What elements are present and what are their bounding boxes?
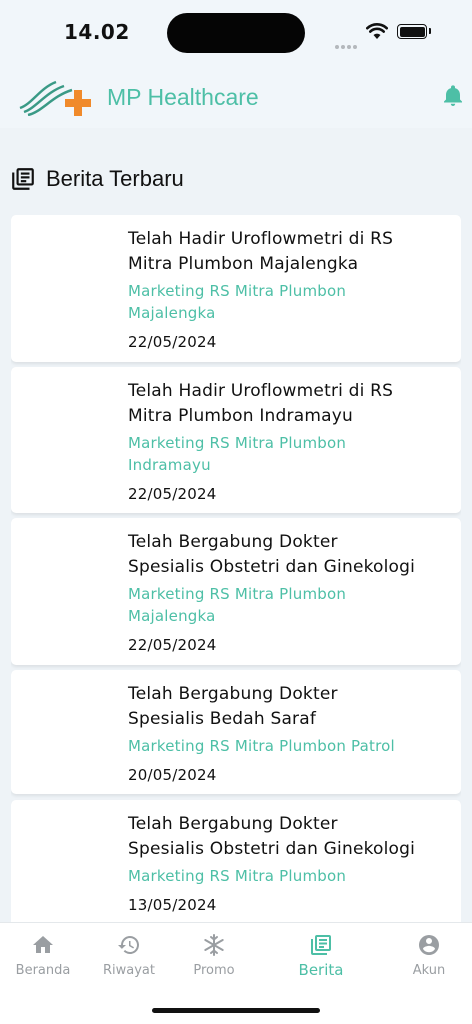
status-bar: 14.02 (0, 0, 472, 62)
news-list[interactable]: Telah Hadir Uroflowmetri di RS Mitra Plu… (11, 215, 461, 922)
news-title: Telah Bergabung Dokter Spesialis Bedah S… (128, 684, 338, 729)
bell-icon[interactable] (441, 84, 465, 108)
status-time: 14.02 (64, 20, 130, 44)
nav-item-akun[interactable]: Akun (389, 933, 469, 978)
news-card[interactable]: Telah Hadir Uroflowmetri di RS Mitra Plu… (11, 215, 461, 362)
account-icon (419, 935, 439, 955)
mp-healthcare-logo (19, 80, 91, 116)
news-thumbnail (19, 223, 117, 323)
news-title: Telah Hadir Uroflowmetri di RS Mitra Plu… (128, 229, 394, 274)
newspaper-icon (311, 935, 331, 955)
cellular-signal-icon (335, 34, 359, 53)
news-author: Marketing RS Mitra Plumbon (128, 867, 347, 885)
battery-tip (429, 28, 431, 34)
wifi-icon (366, 23, 388, 39)
nav-label: Riwayat (103, 963, 155, 978)
history-icon (118, 936, 139, 954)
nav-label: Beranda (15, 963, 71, 978)
news-author: Marketing RS Mitra Plumbon Indramayu (128, 434, 347, 474)
section-header: Berita Terbaru (10, 163, 184, 195)
nav-label: Promo (193, 963, 235, 978)
nav-label: Berita (298, 961, 344, 979)
section-title: Berita Terbaru (46, 166, 184, 191)
dynamic-island (167, 13, 305, 53)
nav-item-riwayat[interactable]: Riwayat (89, 933, 169, 978)
news-date: 22/05/2024 (128, 485, 217, 503)
news-card[interactable]: Telah Bergabung Dokter Spesialis Obstetr… (11, 518, 461, 665)
news-author: Marketing RS Mitra Plumbon Majalengka (128, 282, 347, 322)
news-card[interactable]: Telah Hadir Uroflowmetri di RS Mitra Plu… (11, 367, 461, 513)
news-date: 22/05/2024 (128, 333, 217, 351)
newspaper-icon (12, 168, 34, 190)
news-author: Marketing RS Mitra Plumbon Majalengka (128, 585, 347, 625)
battery-icon (397, 24, 427, 39)
nav-label: Akun (412, 963, 446, 978)
news-card[interactable]: Telah Bergabung Dokter Spesialis Bedah S… (11, 670, 461, 794)
brand-name: MP Healthcare (107, 84, 259, 110)
news-date: 13/05/2024 (128, 896, 217, 914)
snowflake-icon (204, 934, 224, 956)
app-header: MP Healthcare (0, 62, 472, 128)
nav-item-promo[interactable]: Promo (174, 933, 254, 978)
news-title: Telah Bergabung Dokter Spesialis Obstetr… (128, 814, 416, 859)
news-thumbnail (19, 526, 117, 626)
news-date: 22/05/2024 (128, 636, 217, 654)
home-indicator[interactable] (152, 1008, 320, 1013)
news-date: 20/05/2024 (128, 766, 217, 784)
news-card[interactable]: Telah Bergabung Dokter Spesialis Obstetr… (11, 800, 461, 922)
news-title: Telah Bergabung Dokter Spesialis Obstetr… (128, 532, 416, 577)
home-icon (33, 936, 53, 953)
news-title: Telah Hadir Uroflowmetri di RS Mitra Plu… (128, 381, 394, 426)
nav-item-berita[interactable]: Berita (281, 933, 361, 979)
news-thumbnail (19, 808, 117, 908)
news-author: Marketing RS Mitra Plumbon Patrol (128, 737, 395, 755)
news-thumbnail (19, 678, 117, 778)
nav-item-beranda[interactable]: Beranda (3, 933, 83, 978)
news-thumbnail (19, 375, 117, 475)
